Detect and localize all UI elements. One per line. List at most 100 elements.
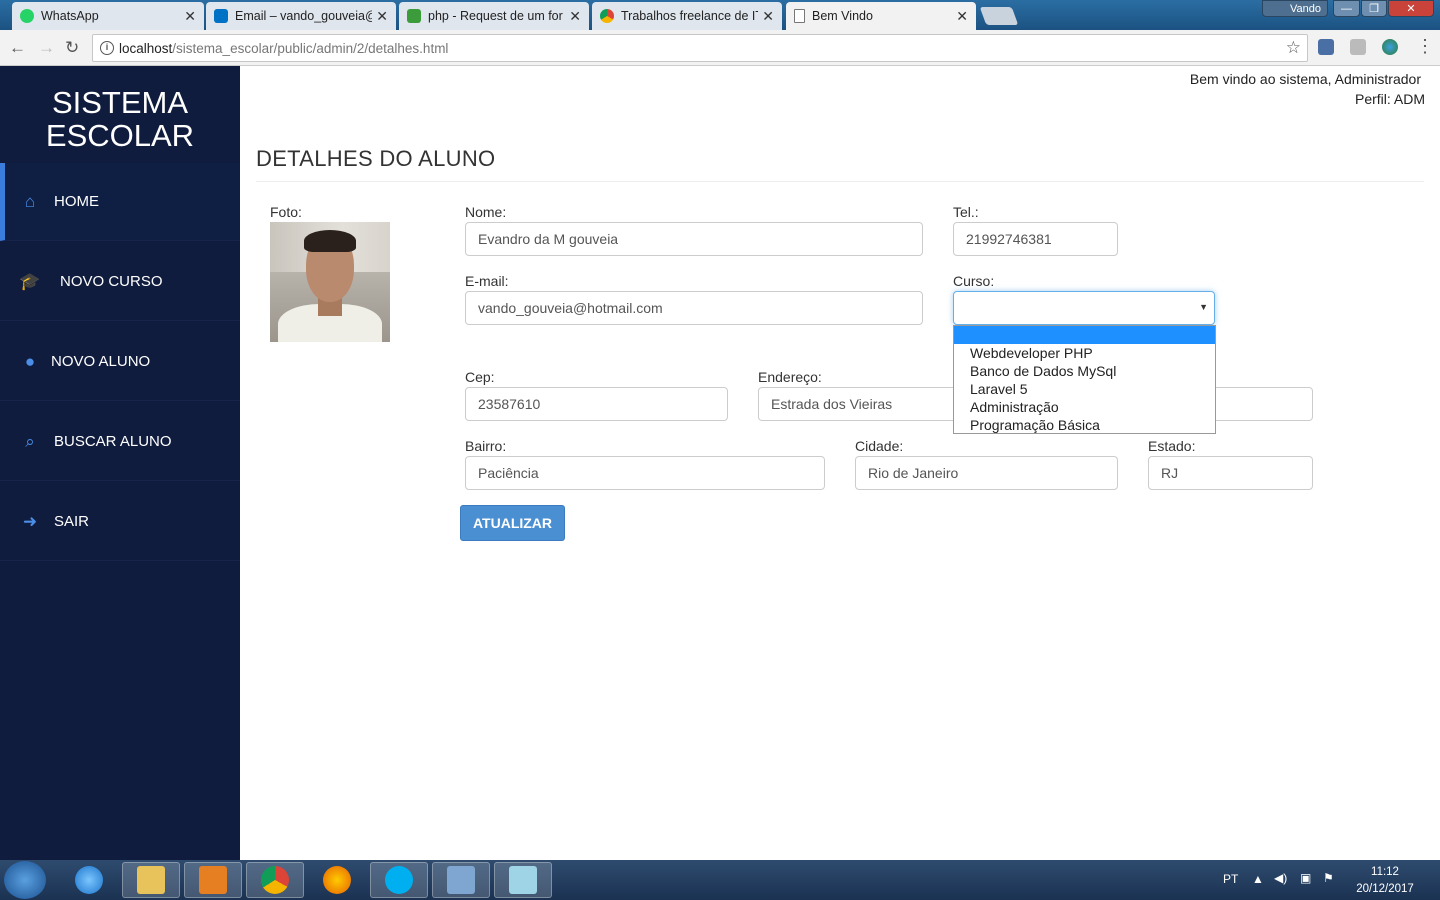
curso-option[interactable]: Administração bbox=[954, 398, 1215, 416]
sidebar-item-label: SAIR bbox=[54, 513, 90, 530]
nome-input[interactable] bbox=[465, 222, 923, 256]
caret-down-icon: ▼ bbox=[1199, 302, 1208, 312]
start-button[interactable] bbox=[4, 861, 46, 899]
window-user-name: Vando bbox=[1290, 2, 1321, 15]
tel-input[interactable] bbox=[953, 222, 1118, 256]
curso-select[interactable]: ▼ bbox=[953, 291, 1215, 325]
back-icon[interactable]: ← bbox=[9, 38, 26, 58]
home-icon: ⌂ bbox=[24, 191, 36, 211]
welcome-text: Bem vindo ao sistema, Administrador bbox=[1189, 71, 1421, 87]
reload-icon[interactable]: ↻ bbox=[65, 38, 79, 58]
close-tab-icon[interactable]: ✕ bbox=[184, 8, 196, 25]
window-user-badge[interactable]: Vando bbox=[1262, 0, 1328, 17]
virtualbox-icon bbox=[447, 866, 475, 894]
extension-globe-icon[interactable] bbox=[1382, 39, 1398, 55]
curso-option[interactable]: Programação Básica bbox=[954, 416, 1215, 434]
bairro-label: Bairro: bbox=[465, 438, 507, 454]
close-window-button[interactable]: ✕ bbox=[1388, 0, 1434, 17]
email-input[interactable] bbox=[465, 291, 923, 325]
bairro-input[interactable] bbox=[465, 456, 825, 490]
curso-option-empty[interactable] bbox=[954, 326, 1215, 344]
tab-title: WhatsApp bbox=[41, 9, 99, 23]
whatsapp-icon bbox=[20, 9, 34, 23]
estado-input[interactable] bbox=[1148, 456, 1313, 490]
foto-label: Foto: bbox=[270, 204, 302, 220]
taskbar-firefox[interactable] bbox=[308, 862, 366, 898]
welcome-message: Bem vindo ao sistema, Administrador Perf… bbox=[1189, 69, 1425, 109]
sidebar-item-novo-curso[interactable]: 🎓 NOVO CURSO bbox=[0, 243, 240, 321]
forward-icon[interactable]: → bbox=[38, 38, 55, 58]
taskbar-chrome[interactable] bbox=[246, 862, 304, 898]
site-info-icon[interactable]: i bbox=[100, 41, 114, 55]
extension-cube-icon[interactable] bbox=[1318, 39, 1334, 55]
cep-input[interactable] bbox=[465, 387, 728, 421]
search-icon: ⌕ bbox=[25, 431, 35, 451]
curso-option[interactable]: Webdeveloper PHP bbox=[954, 344, 1215, 362]
clock-date: 20/12/2017 bbox=[1356, 883, 1414, 895]
taskbar-virtualbox[interactable] bbox=[432, 862, 490, 898]
sidebar-item-home[interactable]: ⌂ HOME bbox=[0, 163, 240, 241]
maximize-button[interactable]: ❐ bbox=[1361, 0, 1387, 17]
profile-text: Perfil: ADM bbox=[1354, 91, 1425, 107]
sidebar-item-label: BUSCAR ALUNO bbox=[54, 433, 172, 450]
taskbar-editor[interactable] bbox=[494, 862, 552, 898]
nome-label: Nome: bbox=[465, 204, 507, 220]
page-title: DETALHES DO ALUNO bbox=[256, 146, 496, 171]
cidade-input[interactable] bbox=[855, 456, 1118, 490]
atualizar-button-label: ATUALIZAR bbox=[472, 515, 553, 531]
email-label: E-mail: bbox=[465, 273, 509, 289]
sidebar-item-sair[interactable]: ➜ SAIR bbox=[0, 483, 240, 561]
graduation-cap-icon: 🎓 bbox=[19, 271, 41, 291]
extension-grey-icon[interactable] bbox=[1350, 39, 1366, 55]
url-text[interactable]: localhost/sistema_escolar/public/admin/2… bbox=[119, 41, 448, 56]
logo-line-1: SISTEMA bbox=[51, 85, 189, 120]
address-bar[interactable]: i localhost/sistema_escolar/public/admin… bbox=[92, 34, 1308, 62]
browser-tab-strip: WhatsApp ✕ Email – vando_gouveia@ ✕ php … bbox=[0, 0, 1440, 30]
taskbar-skype[interactable] bbox=[370, 862, 428, 898]
volume-icon[interactable]: ◀) bbox=[1274, 871, 1287, 885]
taskbar-media[interactable] bbox=[184, 862, 242, 898]
taskbar-explorer[interactable] bbox=[122, 862, 180, 898]
tab-bem-vindo[interactable]: Bem Vindo ✕ bbox=[786, 2, 976, 30]
taskbar-ie[interactable] bbox=[60, 862, 118, 898]
curso-option[interactable]: Banco de Dados MySql bbox=[954, 362, 1215, 380]
tab-freelance[interactable]: Trabalhos freelance de IT ✕ bbox=[592, 2, 782, 30]
sidebar-item-novo-aluno[interactable]: ● NOVO ALUNO bbox=[0, 323, 240, 401]
system-clock[interactable]: 11:12 20/12/2017 bbox=[1350, 864, 1420, 898]
browser-toolbar: ← → ↻ i localhost/sistema_escolar/public… bbox=[0, 30, 1440, 66]
tab-email[interactable]: Email – vando_gouveia@ ✕ bbox=[206, 2, 396, 30]
tab-whatsapp[interactable]: WhatsApp ✕ bbox=[12, 2, 204, 30]
show-hidden-icons-icon[interactable]: ▲ bbox=[1252, 872, 1264, 886]
language-indicator[interactable]: PT bbox=[1223, 872, 1238, 886]
minimize-button[interactable]: — bbox=[1333, 0, 1360, 17]
network-icon[interactable]: ▣ bbox=[1300, 871, 1311, 885]
new-tab-button[interactable] bbox=[979, 7, 1019, 25]
page-icon bbox=[794, 9, 805, 23]
user-icon: ● bbox=[24, 351, 36, 371]
close-tab-icon[interactable]: ✕ bbox=[956, 8, 968, 25]
close-tab-icon[interactable]: ✕ bbox=[376, 8, 388, 25]
outlook-icon bbox=[214, 9, 228, 23]
skype-icon bbox=[385, 866, 413, 894]
sidebar: SISTEMA ESCOLAR ⌂ HOME 🎓 NOVO CURSO ● NO… bbox=[0, 66, 240, 860]
cidade-label: Cidade: bbox=[855, 438, 904, 454]
editor-icon bbox=[509, 866, 537, 894]
windows-taskbar: PT ▲ ◀) ▣ ⚑ 11:12 20/12/2017 bbox=[0, 860, 1440, 900]
action-center-flag-icon[interactable]: ⚑ bbox=[1323, 871, 1334, 885]
stackoverflow-icon bbox=[407, 9, 421, 23]
tab-php-request[interactable]: php - Request de um for ✕ bbox=[399, 2, 589, 30]
close-tab-icon[interactable]: ✕ bbox=[762, 8, 774, 25]
url-host: localhost bbox=[119, 41, 173, 56]
cep-label: Cep: bbox=[465, 369, 495, 385]
atualizar-button[interactable]: ATUALIZAR bbox=[460, 505, 565, 541]
close-tab-icon[interactable]: ✕ bbox=[569, 8, 581, 25]
browser-menu-icon[interactable]: ⋮ bbox=[1416, 36, 1434, 57]
endereco-label: Endereço: bbox=[758, 369, 822, 385]
curso-option[interactable]: Laravel 5 bbox=[954, 380, 1215, 398]
sidebar-item-buscar-aluno[interactable]: ⌕ BUSCAR ALUNO bbox=[0, 403, 240, 481]
sidebar-item-label: HOME bbox=[54, 193, 99, 210]
curso-label: Curso: bbox=[953, 273, 995, 289]
bookmark-star-icon[interactable]: ☆ bbox=[1286, 38, 1301, 58]
folder-icon bbox=[137, 866, 165, 894]
tab-title: php - Request de um for bbox=[428, 9, 563, 23]
